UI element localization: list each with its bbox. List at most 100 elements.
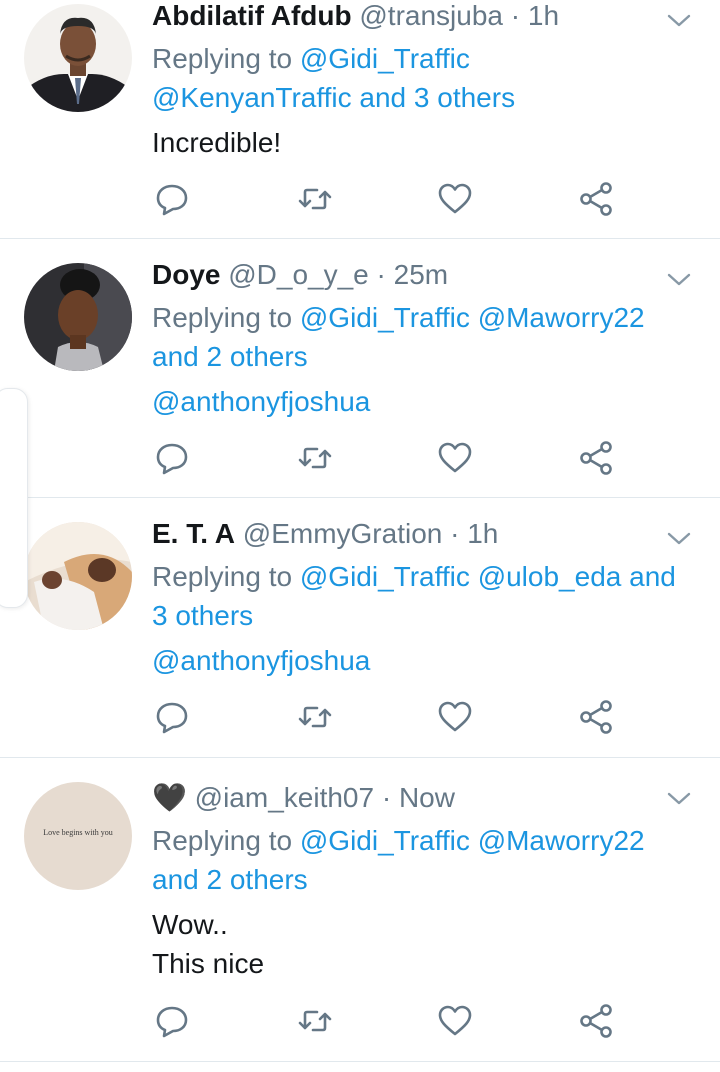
display-name[interactable]: E. T. A bbox=[152, 518, 235, 549]
replying-label: Replying to bbox=[152, 302, 293, 333]
display-name[interactable]: Abdilatif Afdub bbox=[152, 0, 352, 31]
tweet-feed: Abdilatif Afdub @transjuba · 1h Replying… bbox=[0, 0, 720, 1072]
tweet-text-mention[interactable]: @anthonyfjoshua bbox=[152, 641, 700, 680]
user-handle[interactable]: @D_o_y_e bbox=[228, 259, 369, 290]
chevron-down-icon[interactable] bbox=[666, 786, 692, 812]
display-name[interactable]: Doye bbox=[152, 259, 220, 290]
woman-selfie-avatar-icon bbox=[24, 263, 132, 371]
others-link[interactable]: and 2 others bbox=[152, 341, 308, 372]
like-icon bbox=[438, 442, 472, 473]
tweet-text-mention[interactable]: @anthonyfjoshua bbox=[152, 382, 700, 421]
avatar-caption: Love begins with you bbox=[43, 828, 113, 837]
share-button[interactable] bbox=[576, 438, 616, 478]
retweet-button[interactable] bbox=[295, 179, 335, 219]
avatar[interactable] bbox=[24, 263, 132, 371]
mention-link[interactable]: @ulob_eda bbox=[478, 561, 622, 592]
share-button[interactable] bbox=[576, 1001, 616, 1041]
user-handle[interactable]: @iam_keith07 bbox=[195, 782, 374, 813]
replying-label: Replying to bbox=[152, 43, 293, 74]
tweet-actions bbox=[152, 697, 622, 737]
share-icon bbox=[580, 182, 612, 216]
others-link[interactable]: 3 others bbox=[152, 600, 253, 631]
others-link[interactable]: and 2 others bbox=[152, 864, 308, 895]
like-button[interactable] bbox=[435, 1001, 475, 1041]
share-button[interactable] bbox=[576, 697, 616, 737]
mention-link[interactable]: @Gidi_Traffic bbox=[300, 302, 470, 333]
like-button[interactable] bbox=[435, 697, 475, 737]
chevron-down-icon[interactable] bbox=[666, 267, 692, 293]
mention-link[interactable]: @Gidi_Traffic bbox=[300, 561, 470, 592]
others-link[interactable]: and 3 others bbox=[359, 82, 515, 113]
reply-button[interactable] bbox=[152, 697, 192, 737]
reply-icon bbox=[156, 443, 188, 475]
separator: · bbox=[376, 259, 386, 290]
separator: · bbox=[381, 782, 392, 813]
tweet-actions bbox=[152, 1001, 622, 1041]
retweet-icon bbox=[298, 188, 332, 210]
man-in-suit-avatar-icon bbox=[24, 4, 132, 112]
retweet-icon bbox=[298, 1010, 332, 1032]
reply-icon bbox=[156, 184, 188, 216]
replying-to: Replying to @Gidi_Traffic @Maworry22 and… bbox=[152, 821, 700, 899]
mention-link[interactable]: @Gidi_Traffic bbox=[300, 825, 470, 856]
timestamp[interactable]: Now bbox=[399, 782, 455, 813]
share-icon bbox=[580, 1004, 612, 1038]
replying-to: Replying to @Gidi_Traffic @ulob_eda and … bbox=[152, 557, 700, 635]
chevron-down-icon[interactable] bbox=[666, 526, 692, 552]
separator: · bbox=[450, 518, 460, 549]
tweet-header: Abdilatif Afdub @transjuba · 1h bbox=[152, 0, 700, 32]
retweet-icon bbox=[298, 447, 332, 469]
replying-label: Replying to bbox=[152, 825, 293, 856]
tweet-header: Doye @D_o_y_e · 25m bbox=[152, 259, 700, 291]
mention-link[interactable]: @Maworry22 bbox=[478, 302, 645, 333]
reply-button[interactable] bbox=[152, 1001, 192, 1041]
tweet-4[interactable]: Love begins with you 🖤 @iam_keith07 · No… bbox=[0, 758, 720, 1062]
reply-button[interactable] bbox=[152, 438, 192, 478]
replying-to: Replying to @Gidi_Traffic @KenyanTraffic… bbox=[152, 39, 700, 117]
share-icon bbox=[580, 700, 612, 734]
like-icon bbox=[438, 701, 472, 732]
tweet-text: Incredible! bbox=[152, 127, 282, 158]
like-icon bbox=[438, 1005, 472, 1036]
tweet-text: Wow.. bbox=[152, 909, 228, 940]
display-name[interactable]: 🖤 bbox=[152, 782, 187, 813]
tweet-header: 🖤 @iam_keith07 · Now bbox=[152, 782, 700, 814]
tweet-3[interactable]: E. T. A @EmmyGration · 1h Replying to @G… bbox=[0, 498, 720, 758]
mention-link[interactable]: @Gidi_Traffic bbox=[300, 43, 470, 74]
retweet-button[interactable] bbox=[295, 697, 335, 737]
tweet-1[interactable]: Abdilatif Afdub @transjuba · 1h Replying… bbox=[0, 0, 720, 239]
like-button[interactable] bbox=[435, 438, 475, 478]
chevron-down-icon[interactable] bbox=[666, 8, 692, 34]
user-handle[interactable]: @EmmyGration bbox=[243, 518, 443, 549]
floating-side-tab[interactable] bbox=[0, 388, 28, 608]
tweet-header: E. T. A @EmmyGration · 1h bbox=[152, 518, 700, 550]
avatar[interactable] bbox=[24, 522, 132, 630]
replying-to: Replying to @Gidi_Traffic @Maworry22 and… bbox=[152, 298, 700, 376]
avatar[interactable] bbox=[24, 4, 132, 112]
timestamp[interactable]: 1h bbox=[528, 0, 559, 31]
reply-icon bbox=[156, 702, 188, 734]
reply-button[interactable] bbox=[152, 179, 192, 219]
user-handle[interactable]: @transjuba bbox=[359, 0, 503, 31]
tweet-actions bbox=[152, 179, 622, 219]
photo-avatar-icon bbox=[24, 522, 132, 630]
like-icon bbox=[438, 183, 472, 214]
avatar[interactable]: Love begins with you bbox=[24, 782, 132, 890]
others-link[interactable]: and bbox=[629, 561, 676, 592]
share-button[interactable] bbox=[576, 179, 616, 219]
tweet-2[interactable]: Doye @D_o_y_e · 25m Replying to @Gidi_Tr… bbox=[0, 239, 720, 498]
retweet-button[interactable] bbox=[295, 1001, 335, 1041]
timestamp[interactable]: 25m bbox=[394, 259, 448, 290]
retweet-button[interactable] bbox=[295, 438, 335, 478]
separator: · bbox=[510, 0, 521, 31]
replying-label: Replying to bbox=[152, 561, 293, 592]
retweet-icon bbox=[298, 706, 332, 728]
tweet-actions bbox=[152, 438, 622, 478]
timestamp[interactable]: 1h bbox=[467, 518, 498, 549]
share-icon bbox=[580, 441, 612, 475]
reply-icon bbox=[156, 1006, 188, 1038]
mention-link[interactable]: @Maworry22 bbox=[478, 825, 645, 856]
tweet-text: This nice bbox=[152, 948, 265, 979]
like-button[interactable] bbox=[435, 179, 475, 219]
mention-link[interactable]: @KenyanTraffic bbox=[152, 82, 352, 113]
